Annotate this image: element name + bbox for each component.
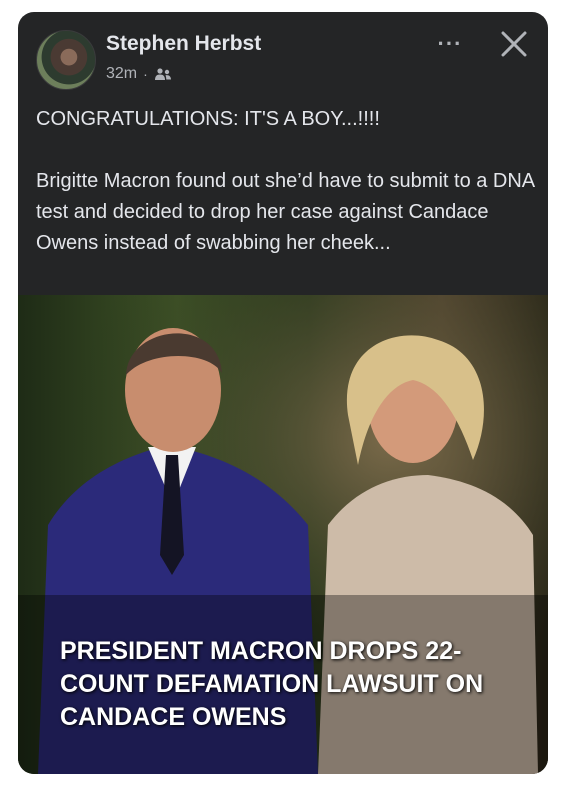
post-image[interactable]: PRESIDENT MACRON DROPS 22-COUNT DEFAMATI… [18, 295, 548, 774]
friends-icon [154, 68, 171, 80]
image-caption: PRESIDENT MACRON DROPS 22-COUNT DEFAMATI… [60, 637, 484, 731]
post-headline: CONGRATULATIONS: IT'S A BOY...!!!! [36, 108, 380, 130]
close-icon[interactable] [496, 26, 532, 62]
author-name[interactable]: Stephen Herbst [106, 32, 261, 56]
post-time[interactable]: 32m [106, 65, 137, 83]
more-options-button[interactable]: ··· [430, 32, 470, 56]
post-card: Stephen Herbst 32m · ··· CONGRATULATIONS… [18, 12, 548, 774]
meta-separator: · [143, 66, 148, 82]
post-text: CONGRATULATIONS: IT'S A BOY...!!!! Brigi… [36, 104, 536, 259]
post-header: Stephen Herbst 32m · ··· [18, 12, 548, 102]
post-meta: 32m · [106, 65, 172, 83]
post-body: Brigitte Macron found out she’d have to … [36, 170, 535, 254]
avatar[interactable] [36, 30, 96, 90]
